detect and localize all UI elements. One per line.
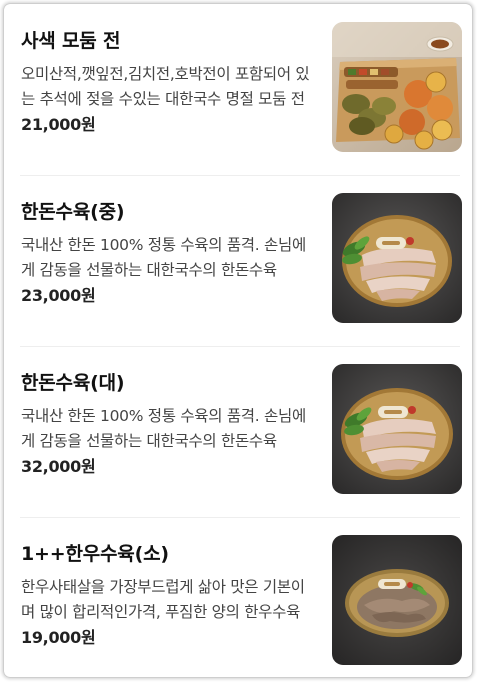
- menu-item-image[interactable]: [332, 535, 462, 665]
- menu-item-image[interactable]: [332, 193, 462, 323]
- menu-item-image[interactable]: [332, 22, 462, 152]
- menu-item-price: 21,000원: [21, 115, 96, 134]
- menu-item[interactable]: 한돈수육(대) 국내산 한돈 100% 정통 수육의 품격. 손님에게 감동을 …: [4, 346, 472, 517]
- menu-item-description: 국내산 한돈 100% 정통 수육의 품격. 손님에게 감동을 선물하는 대한국…: [21, 407, 306, 450]
- menu-item-name: 한돈수육(대): [21, 372, 125, 394]
- menu-item-name: 1++한우수육(소): [21, 543, 169, 565]
- menu-item[interactable]: 한돈수육(중) 국내산 한돈 100% 정통 수육의 품격. 손님에게 감동을 …: [4, 175, 472, 346]
- pork-suyuk-photo: [332, 364, 462, 494]
- menu-item-description: 오미산적,깻잎전,김치전,호박전이 포함되어 있는 추석에 젖을 수있는 대한국…: [21, 65, 310, 108]
- menu-item-price: 32,000원: [21, 457, 96, 476]
- menu-list: 사색 모둠 전 오미산적,깻잎전,김치전,호박전이 포함되어 있는 추석에 젖을…: [4, 4, 472, 677]
- menu-item-text: 1++한우수육(소) 한우사태살을 가장부드럽게 삶아 맛은 기본이며 많이 합…: [21, 541, 316, 650]
- menu-item-name: 사색 모둠 전: [21, 30, 121, 52]
- beef-suyuk-photo: [332, 535, 462, 665]
- menu-item[interactable]: 사색 모둠 전 오미산적,깻잎전,김치전,호박전이 포함되어 있는 추석에 젖을…: [4, 4, 472, 175]
- menu-item-price: 23,000원: [21, 286, 96, 305]
- pork-suyuk-photo: [332, 193, 462, 323]
- menu-item-price: 19,000원: [21, 628, 96, 647]
- menu-item-name: 한돈수육(중): [21, 201, 125, 223]
- menu-item-text: 한돈수육(대) 국내산 한돈 100% 정통 수육의 품격. 손님에게 감동을 …: [21, 370, 316, 479]
- menu-item-description: 국내산 한돈 100% 정통 수육의 품격. 손님에게 감동을 선물하는 대한국…: [21, 236, 306, 279]
- menu-item[interactable]: 1++한우수육(소) 한우사태살을 가장부드럽게 삶아 맛은 기본이며 많이 합…: [4, 517, 472, 677]
- menu-item-text: 사색 모둠 전 오미산적,깻잎전,김치전,호박전이 포함되어 있는 추석에 젖을…: [21, 28, 316, 137]
- jeon-platter-photo: [332, 22, 462, 152]
- menu-item-image[interactable]: [332, 364, 462, 494]
- menu-item-description: 한우사태살을 가장부드럽게 삶아 맛은 기본이며 많이 합리적인가격, 푸짐한 …: [21, 578, 305, 621]
- menu-item-text: 한돈수육(중) 국내산 한돈 100% 정통 수육의 품격. 손님에게 감동을 …: [21, 199, 316, 308]
